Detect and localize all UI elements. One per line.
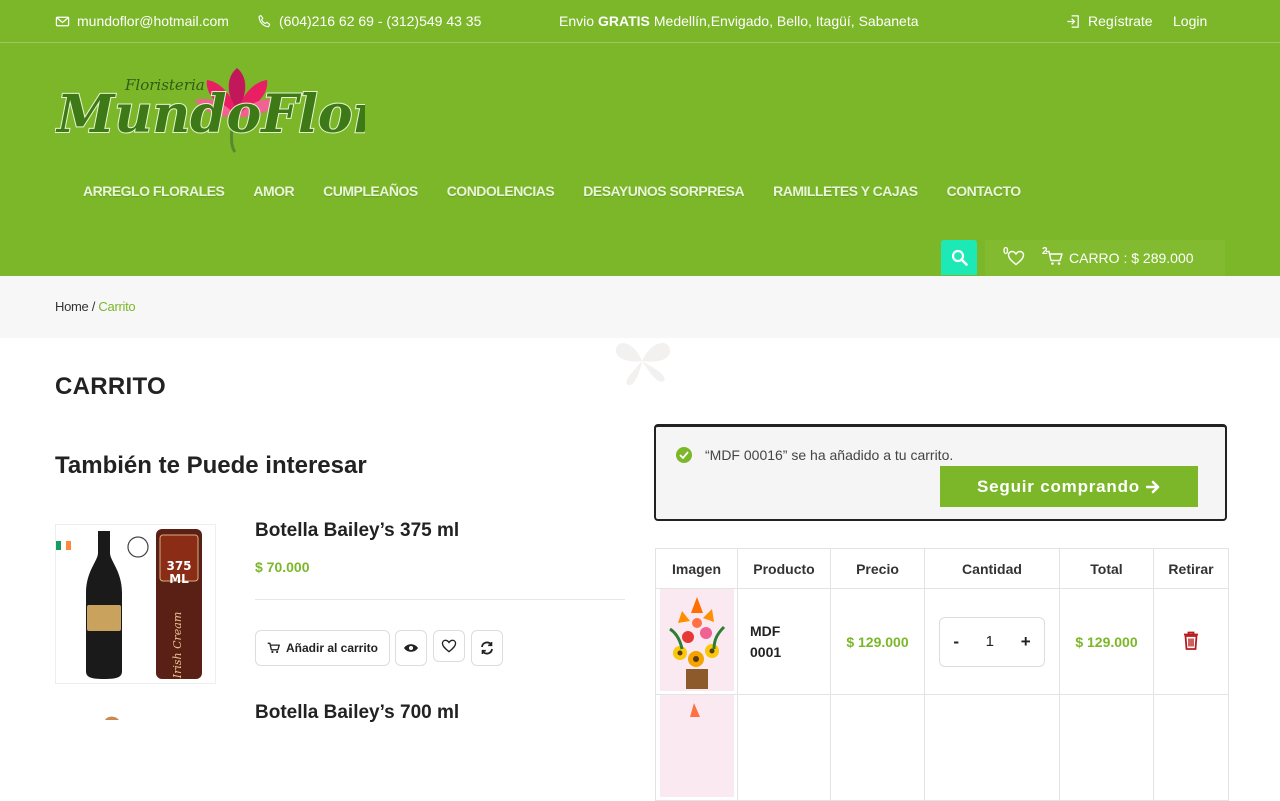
product-thumbnail-cell[interactable] <box>655 694 738 801</box>
arrow-right-icon <box>1146 480 1160 493</box>
product-price-cell: $ 129.000 <box>830 588 925 695</box>
shipping-prefix: Envio <box>559 13 595 29</box>
product-thumbnail-cell[interactable] <box>655 588 738 695</box>
table-header-row: Imagen Producto Precio Cantidad Total Re… <box>655 548 1229 589</box>
column-header-product: Producto <box>737 548 831 589</box>
svg-text:ML: ML <box>169 572 189 586</box>
phone-link[interactable]: (604)216 62 69 - (312)549 43 35 <box>257 13 481 29</box>
added-to-cart-notice: “MDF 00016” se ha añadido a tu carrito. … <box>654 424 1227 521</box>
remove-cell <box>1153 588 1229 695</box>
logo-image: Floristeria MundoFlor <box>54 68 385 153</box>
nav-item-contacto[interactable]: CONTACTO <box>947 183 1022 199</box>
continue-shopping-label: Seguir comprando <box>977 476 1140 496</box>
quantity-cell <box>924 694 1060 801</box>
product-price: $ 70.000 <box>255 559 310 575</box>
add-to-cart-label: Añadir al carrito <box>285 641 379 655</box>
eye-icon <box>404 644 418 652</box>
quantity-value[interactable]: 1 <box>986 633 994 650</box>
product-total-cell: $ 129.000 <box>1059 588 1154 695</box>
search-icon <box>951 249 968 266</box>
butterfly-watermark-icon <box>615 342 670 386</box>
column-header-image: Imagen <box>655 548 738 589</box>
nav-item-condolencias[interactable]: CONDOLENCIAS <box>447 183 555 199</box>
main-nav: ARREGLO FLORALES AMOR CUMPLEAÑOS CONDOLE… <box>83 183 1021 199</box>
wishlist-button[interactable] <box>433 630 465 662</box>
compare-button[interactable] <box>471 630 503 666</box>
search-button[interactable] <box>941 240 977 275</box>
shipping-cities: Medellín,Envigado, Bello, Itagüí, Sabane… <box>653 13 919 29</box>
email-link[interactable]: mundoflor@hotmail.com <box>55 13 229 29</box>
shipping-info: Envio GRATIS Medellín,Envigado, Bello, I… <box>559 13 919 29</box>
sign-in-icon <box>1067 14 1079 28</box>
product-total-cell <box>1059 694 1154 801</box>
quantity-cell: - 1 + <box>924 588 1060 695</box>
breadcrumb: Home / Carrito <box>0 276 1280 338</box>
cart-icon <box>267 642 280 654</box>
column-header-price: Precio <box>830 548 925 589</box>
svg-text:Irish Cream: Irish Cream <box>171 612 184 680</box>
nav-item-amor[interactable]: AMOR <box>253 183 294 199</box>
cart-product-number: 0001 <box>750 643 782 660</box>
quantity-stepper[interactable]: - 1 + <box>939 616 1045 667</box>
continue-shopping-button[interactable]: Seguir comprando <box>940 466 1198 507</box>
heart-icon[interactable] <box>1007 250 1025 266</box>
site-header: mundoflor@hotmail.com (604)216 62 69 - (… <box>0 0 1280 276</box>
heart-icon <box>441 639 457 653</box>
notice-message: “MDF 00016” se ha añadido a tu carrito. <box>705 447 954 463</box>
quick-view-button[interactable] <box>395 630 427 666</box>
breadcrumb-home[interactable]: Home <box>55 299 89 314</box>
nav-item-ramilletes-y-cajas[interactable]: RAMILLETES Y CAJAS <box>773 183 918 199</box>
product-name-cell[interactable] <box>737 694 831 801</box>
nav-item-desayunos-sorpresa[interactable]: DESAYUNOS SORPRESA <box>583 183 744 199</box>
add-to-cart-button[interactable]: Añadir al carrito <box>255 630 390 666</box>
refresh-icon <box>481 641 493 655</box>
phone-text: (604)216 62 69 - (312)549 43 35 <box>279 13 482 29</box>
product-name[interactable]: Botella Bailey’s 700 ml <box>255 702 459 724</box>
svg-text:375: 375 <box>166 559 191 573</box>
product-name[interactable]: Botella Bailey’s 375 ml <box>255 520 459 542</box>
email-text: mundoflor@hotmail.com <box>77 13 229 29</box>
trash-icon[interactable] <box>1183 631 1199 650</box>
product-name-cell[interactable]: MDF 0001 <box>737 588 831 695</box>
flower-arrangement-image[interactable] <box>659 589 734 691</box>
product-image-baileys-375[interactable]: 375 ML Irish Cream <box>55 524 216 684</box>
column-header-quantity: Cantidad <box>924 548 1060 589</box>
register-link[interactable]: Regístrate <box>1066 13 1153 29</box>
page-title: CARRITO <box>55 373 166 400</box>
breadcrumb-current: Carrito <box>98 299 136 314</box>
svg-text:MundoFlor: MundoFlor <box>55 84 365 145</box>
check-circle-icon <box>676 447 692 463</box>
flower-arrangement-image[interactable] <box>659 695 734 797</box>
header-tools: 0 2 CARRO : $ 289.000 <box>985 240 1225 276</box>
phone-icon <box>258 14 271 27</box>
register-text: Regístrate <box>1088 13 1153 29</box>
breadcrumb-separator: / <box>88 299 99 314</box>
cart-table: Imagen Producto Precio Cantidad Total Re… <box>655 548 1229 801</box>
related-title: También te Puede interesar <box>55 452 367 479</box>
cart-icon[interactable] <box>1045 250 1063 266</box>
table-row <box>655 694 1229 801</box>
column-header-total: Total <box>1059 548 1154 589</box>
remove-cell <box>1153 694 1229 801</box>
quantity-increase-button[interactable]: + <box>1021 632 1031 652</box>
top-bar: mundoflor@hotmail.com (604)216 62 69 - (… <box>0 0 1280 43</box>
login-link[interactable]: Login <box>1173 13 1207 29</box>
divider <box>255 599 625 600</box>
table-row: MDF 0001 $ 129.000 - 1 + $ 129.000 <box>655 588 1229 695</box>
mail-icon <box>55 16 70 26</box>
product-image-baileys-700[interactable] <box>55 706 216 726</box>
cart-product-code: MDF <box>750 622 781 639</box>
product-price-cell <box>830 694 925 801</box>
column-header-remove: Retirar <box>1153 548 1229 589</box>
quantity-decrease-button[interactable]: - <box>953 632 959 652</box>
login-text: Login <box>1173 13 1208 29</box>
cart-total-label[interactable]: CARRO : $ 289.000 <box>1069 250 1194 266</box>
shipping-free: GRATIS <box>598 13 650 29</box>
nav-item-cumpleanos[interactable]: CUMPLEAÑOS <box>323 183 418 199</box>
nav-item-arreglo-florales[interactable]: ARREGLO FLORALES <box>83 183 225 199</box>
site-logo[interactable]: Floristeria MundoFlor <box>54 62 385 157</box>
